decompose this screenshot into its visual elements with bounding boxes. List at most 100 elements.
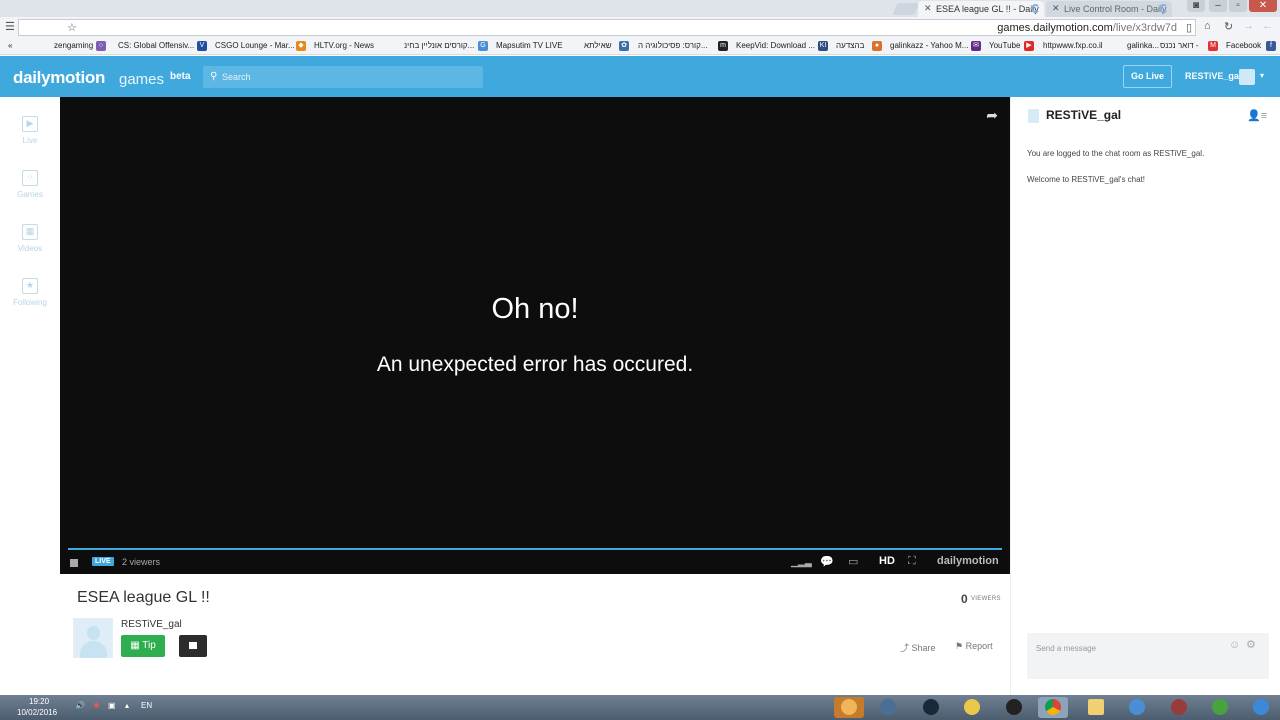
nav-item-live[interactable]: ▶ Live	[0, 116, 60, 145]
owner-name-link[interactable]: RESTiVE_gal	[121, 619, 182, 630]
close-tab-icon[interactable]: ✕	[1052, 3, 1060, 14]
hd-button[interactable]: HD	[879, 555, 895, 567]
message-icon	[189, 642, 197, 649]
share-button[interactable]: ⤴ Share	[900, 641, 936, 654]
nav-item-following[interactable]: ★ Following	[0, 278, 60, 307]
fullscreen-icon[interactable]: ⛶	[908, 555, 916, 568]
clock-date[interactable]: 10/02/2016	[17, 708, 57, 717]
beta-label: beta	[170, 71, 191, 82]
volume-icon[interactable]: 🔊	[75, 701, 85, 710]
bookmark-item[interactable]: שאילתא	[584, 41, 612, 50]
player-brand-logo[interactable]: dailymotion	[937, 555, 999, 567]
back-icon[interactable]: ←	[1262, 20, 1273, 32]
taskbar-explorer[interactable]	[1081, 697, 1111, 718]
tray-app-icon[interactable]: ✱	[93, 701, 100, 710]
video-player[interactable]: ➦ Oh no! An unexpected error has occured…	[60, 97, 1010, 574]
user-menu-name[interactable]: RESTiVE_gal	[1185, 71, 1241, 81]
url-host: games.dailymotion.com	[997, 22, 1113, 34]
nav-item-videos[interactable]: ▦ Videos	[0, 224, 60, 253]
tab-active[interactable]: ✕ ESEA league GL !! - Daily	[918, 1, 1044, 17]
gear-icon[interactable]: ⚙	[1246, 638, 1256, 651]
home-icon[interactable]: ⌂	[1204, 20, 1211, 32]
reload-icon[interactable]: ↻	[1224, 20, 1233, 33]
left-nav: ▶ Live ⁘ Games ▦ Videos ★ Following	[0, 97, 60, 695]
grid-icon: ▦	[130, 640, 143, 651]
language-indicator[interactable]: EN	[141, 701, 152, 710]
flag-icon: ⚑	[955, 641, 966, 651]
close-window-button[interactable]: ✕	[1249, 0, 1277, 12]
owner-avatar[interactable]	[73, 618, 113, 658]
bookmark-item[interactable]: Facebook	[1226, 41, 1261, 50]
clock-time[interactable]: 19:20	[29, 697, 49, 706]
cast-icon[interactable]: ▭	[848, 555, 858, 568]
signal-icon: ▁▂▃	[791, 557, 812, 567]
taskbar-obs[interactable]	[999, 697, 1029, 718]
bookmark-favicon: ●	[872, 41, 882, 51]
nav-item-label: Live	[22, 136, 38, 145]
bookmark-item[interactable]: בהצדעה	[836, 41, 864, 50]
chevron-down-icon[interactable]: ▾	[1260, 71, 1264, 80]
more-bookmarks-button[interactable]: «	[8, 41, 12, 50]
tray-expand-icon[interactable]: ▴	[125, 701, 129, 710]
bookmark-item[interactable]: HLTV.org - News	[314, 41, 374, 50]
search-input[interactable]	[222, 69, 472, 85]
avatar-head	[87, 626, 100, 640]
share-arrow-icon[interactable]: ➦	[986, 107, 998, 124]
taskbar-app[interactable]	[957, 697, 987, 718]
maximize-button[interactable]: ▫	[1229, 0, 1247, 12]
forward-icon[interactable]: →	[1243, 20, 1254, 32]
bookmark-item[interactable]: KeepVid: Download ...	[736, 41, 815, 50]
network-icon[interactable]: ▣	[108, 701, 116, 710]
taskbar-ie[interactable]	[1246, 697, 1276, 718]
bookmark-star-icon[interactable]: ☆	[67, 21, 77, 34]
user-list-icon[interactable]: 👤≡	[1247, 109, 1267, 122]
obs-icon	[1006, 699, 1022, 715]
taskbar-app[interactable]	[873, 697, 903, 718]
app-icon	[880, 699, 896, 715]
bookmark-item[interactable]: zengaming	[54, 41, 93, 50]
emoji-icon[interactable]: ☺	[1229, 639, 1240, 651]
report-button[interactable]: ⚑ Report	[955, 641, 993, 652]
bookmark-item[interactable]: CSGO Lounge - Mar...	[215, 41, 295, 50]
chat-bubble-icon[interactable]: 💬	[820, 555, 834, 568]
tab-inactive[interactable]: ✕ Live Control Room - Daily	[1046, 1, 1172, 17]
taskbar-chrome[interactable]	[1038, 697, 1068, 718]
minimize-button[interactable]: –	[1209, 0, 1227, 12]
bookmark-item[interactable]: galinka...	[1127, 41, 1159, 50]
bookmark-favicon: V	[197, 41, 207, 51]
site-logo[interactable]: dailymotion	[13, 68, 105, 88]
games-icon: ⁘	[22, 170, 38, 186]
folder-icon	[1088, 699, 1104, 715]
message-button[interactable]	[179, 635, 207, 657]
bookmark-item[interactable]: YouTube	[989, 41, 1020, 50]
user-avatar[interactable]	[1239, 69, 1255, 85]
chat-message-input[interactable]	[1036, 641, 1216, 655]
viewer-count-label: VIEWERS	[971, 596, 1001, 602]
taskbar-csgo[interactable]	[834, 697, 864, 718]
taskbar-app[interactable]	[1122, 697, 1152, 718]
nav-item-games[interactable]: ⁘ Games	[0, 170, 60, 199]
tip-button[interactable]: ▦ Tip	[121, 635, 165, 657]
go-live-button[interactable]: Go Live	[1123, 65, 1172, 88]
address-bar[interactable]: ☆ games.dailymotion.com/live/x3rdw7d ▯	[18, 19, 1196, 36]
bookmark-item[interactable]: קורס: פסיכולוגיה ה...	[638, 41, 708, 50]
bookmark-item[interactable]: httpwww.fxp.co.il	[1043, 41, 1103, 50]
loading-icon	[1159, 4, 1168, 13]
stop-button[interactable]	[70, 559, 78, 567]
taskbar-steam[interactable]	[916, 697, 946, 718]
menu-icon[interactable]: ☰	[5, 20, 15, 33]
tab-title: ESEA league GL !! - Daily	[936, 4, 1039, 14]
bookmark-item[interactable]: Mapsutim TV LIVE	[496, 41, 563, 50]
search-icon: ⚲	[210, 71, 218, 82]
bookmark-item[interactable]: CS: Global Offensiv...	[118, 41, 194, 50]
nav-item-label: Games	[17, 190, 43, 199]
taskbar-app[interactable]	[1164, 697, 1194, 718]
taskbar-utorrent[interactable]	[1205, 697, 1235, 718]
new-tab-button[interactable]	[892, 3, 920, 15]
bookmark-item[interactable]: דואר נכנס -	[1160, 41, 1199, 50]
user-profile-button[interactable]: ◙	[1187, 0, 1205, 12]
bookmark-item[interactable]: קורסים אונליין בחינ...	[404, 41, 474, 50]
close-tab-icon[interactable]: ✕	[924, 3, 932, 14]
search-box[interactable]: ⚲	[203, 66, 483, 88]
bookmark-item[interactable]: galinkazz - Yahoo M...	[890, 41, 968, 50]
